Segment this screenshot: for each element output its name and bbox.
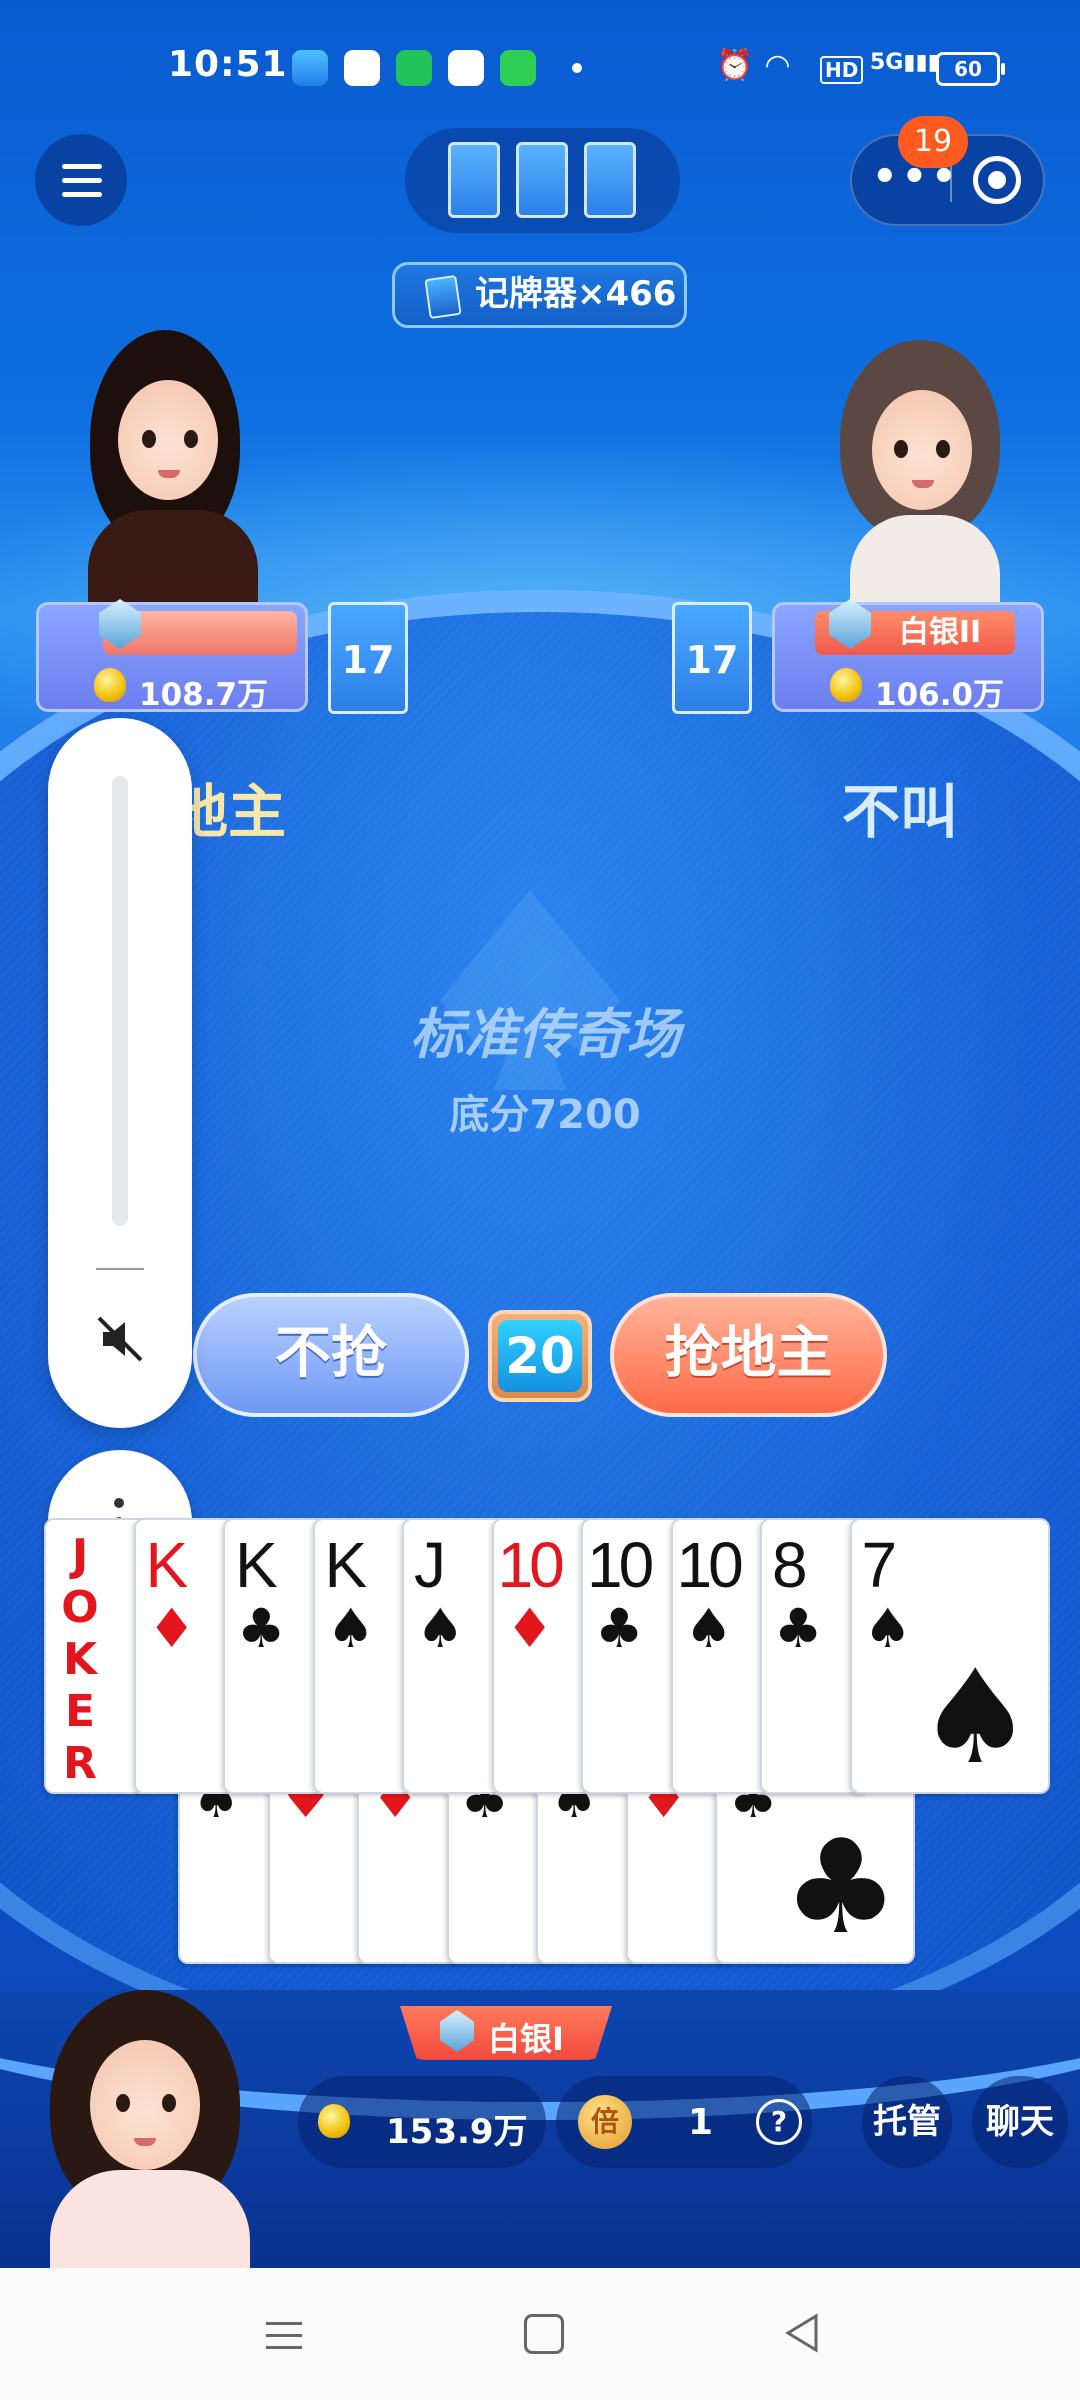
right-player-call: 不叫 bbox=[842, 778, 959, 846]
close-miniprogram-icon[interactable] bbox=[973, 156, 1021, 204]
game-scene: 10:51 ⏰ ◠ HD 5G▮▮▮ 60 ••• 19 记牌器×466 108… bbox=[0, 0, 1080, 2268]
card-big-suit-icon: ♣ bbox=[782, 1811, 899, 1963]
card-suit-icon: ♦ bbox=[505, 1597, 554, 1660]
base-score: 底分7200 bbox=[449, 1092, 641, 1138]
right-player-coins: 106.0万 bbox=[875, 677, 1005, 713]
coin-icon bbox=[318, 2104, 350, 2138]
menu-button[interactable] bbox=[35, 134, 127, 226]
self-rank: 白银I bbox=[488, 2020, 564, 2058]
card-rank: K bbox=[145, 1529, 189, 1601]
left-opponent-avatar[interactable] bbox=[70, 320, 270, 610]
search-notification-icon bbox=[448, 50, 484, 86]
status-time: 10:51 bbox=[168, 44, 288, 85]
left-cards-left: 17 bbox=[328, 602, 408, 714]
right-cards-left: 17 bbox=[672, 602, 752, 714]
card-suit-icon: ♦ bbox=[147, 1597, 196, 1660]
5g-signal-icon: 5G▮▮▮ bbox=[870, 50, 940, 75]
app-notification-icon bbox=[292, 50, 328, 86]
volume-panel bbox=[48, 718, 192, 1428]
auto-play-button[interactable]: 托管 bbox=[862, 2076, 952, 2168]
card-rank: K bbox=[235, 1529, 278, 1601]
hidden-card-icon bbox=[448, 142, 500, 218]
card-suit-icon: ♣ bbox=[237, 1597, 286, 1660]
self-coins: 153.9万 bbox=[386, 2112, 528, 2152]
card-suit-icon: ♠ bbox=[326, 1597, 375, 1660]
card-suit-icon: ♠ bbox=[416, 1597, 465, 1660]
card-recorder-icon bbox=[424, 274, 462, 320]
home-icon[interactable] bbox=[524, 2314, 564, 2354]
left-player-plate: 108.7万 bbox=[36, 599, 308, 713]
recent-apps-icon[interactable] bbox=[266, 2322, 302, 2350]
multiplier-value: 1 bbox=[688, 2102, 714, 2143]
right-player-plate: 白银II 106.0万 bbox=[772, 599, 1044, 713]
message-notification-icon bbox=[500, 50, 536, 86]
hidden-card-icon bbox=[584, 142, 636, 218]
status-bar: 10:51 ⏰ ◠ HD 5G▮▮▮ 60 bbox=[0, 0, 1080, 135]
card-rank: J bbox=[414, 1529, 446, 1601]
multiplier-pill: 倍 1 ? bbox=[556, 2076, 812, 2168]
wifi-icon: ◠ bbox=[766, 48, 790, 83]
self-coins-pill: 153.9万 bbox=[298, 2076, 546, 2168]
hd-icon: HD bbox=[820, 56, 864, 84]
self-rank-plate: 白银I bbox=[400, 2006, 612, 2060]
notification-badge: 19 bbox=[898, 116, 968, 168]
hand-card[interactable]: 7 ♠ ♠ bbox=[849, 1518, 1050, 1794]
help-icon[interactable]: ? bbox=[756, 2099, 802, 2145]
card-suit-icon: ♣ bbox=[774, 1597, 823, 1660]
mute-icon[interactable] bbox=[95, 1314, 145, 1364]
countdown-timer: 20 bbox=[488, 1310, 592, 1402]
card-rank: 10 bbox=[676, 1529, 744, 1601]
coin-icon bbox=[830, 668, 862, 702]
battery-indicator: 60 bbox=[936, 52, 1005, 86]
system-nav-bar bbox=[0, 2268, 1080, 2400]
card-suit-icon: ♠ bbox=[684, 1597, 733, 1660]
card-suit-icon: ♠ bbox=[863, 1597, 912, 1660]
left-player-coins: 108.7万 bbox=[139, 677, 269, 713]
card-suit-icon: ♣ bbox=[595, 1597, 644, 1660]
card-rank: 10 bbox=[497, 1529, 565, 1601]
card-rank: 10 bbox=[587, 1529, 654, 1601]
card-rank: JOKER bbox=[61, 1530, 99, 1789]
card-rank: 7 bbox=[861, 1529, 898, 1601]
card-big-suit-icon: ♠ bbox=[916, 1641, 1034, 1793]
card-recorder-button[interactable]: 记牌器×466 bbox=[392, 262, 687, 328]
bottom-cards-display bbox=[405, 128, 680, 233]
card-rank: K bbox=[324, 1529, 368, 1601]
more-notifications-dot bbox=[572, 63, 582, 73]
back-icon[interactable] bbox=[782, 2312, 822, 2354]
timer-value: 20 bbox=[498, 1320, 582, 1392]
app-notification-icon bbox=[396, 50, 432, 86]
volume-slider[interactable] bbox=[112, 776, 128, 1226]
baidu-notification-icon bbox=[344, 50, 380, 86]
rank-gem-icon bbox=[440, 2010, 474, 2052]
hidden-card-icon bbox=[516, 142, 568, 218]
grab-landlord-button[interactable]: 抢地主 bbox=[610, 1293, 887, 1417]
multiplier-icon: 倍 bbox=[578, 2095, 632, 2149]
coin-icon bbox=[94, 668, 126, 702]
chat-button[interactable]: 聊天 bbox=[972, 2076, 1068, 2168]
card-recorder-label: 记牌器×466 bbox=[475, 274, 677, 314]
self-avatar[interactable] bbox=[30, 1990, 260, 2268]
alarm-icon: ⏰ bbox=[716, 48, 754, 83]
pass-button[interactable]: 不抢 bbox=[193, 1293, 469, 1417]
card-rank: 8 bbox=[772, 1529, 808, 1601]
right-opponent-avatar[interactable] bbox=[820, 330, 1020, 610]
room-name: 标准传奇场 bbox=[410, 1003, 680, 1066]
